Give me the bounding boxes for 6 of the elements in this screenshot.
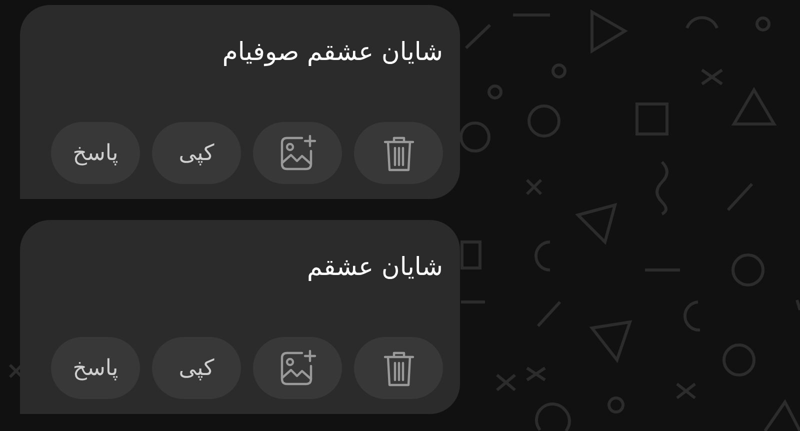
action-button[interactable]: کپی <box>152 337 241 399</box>
action-button[interactable]: کپی <box>152 122 241 184</box>
action-button[interactable]: پاسخ <box>51 122 140 184</box>
action-button[interactable]: پاسخ <box>51 337 140 399</box>
message-text: شایان عشقم صوفیام <box>222 36 443 68</box>
message-text: شایان عشقم <box>307 251 443 283</box>
